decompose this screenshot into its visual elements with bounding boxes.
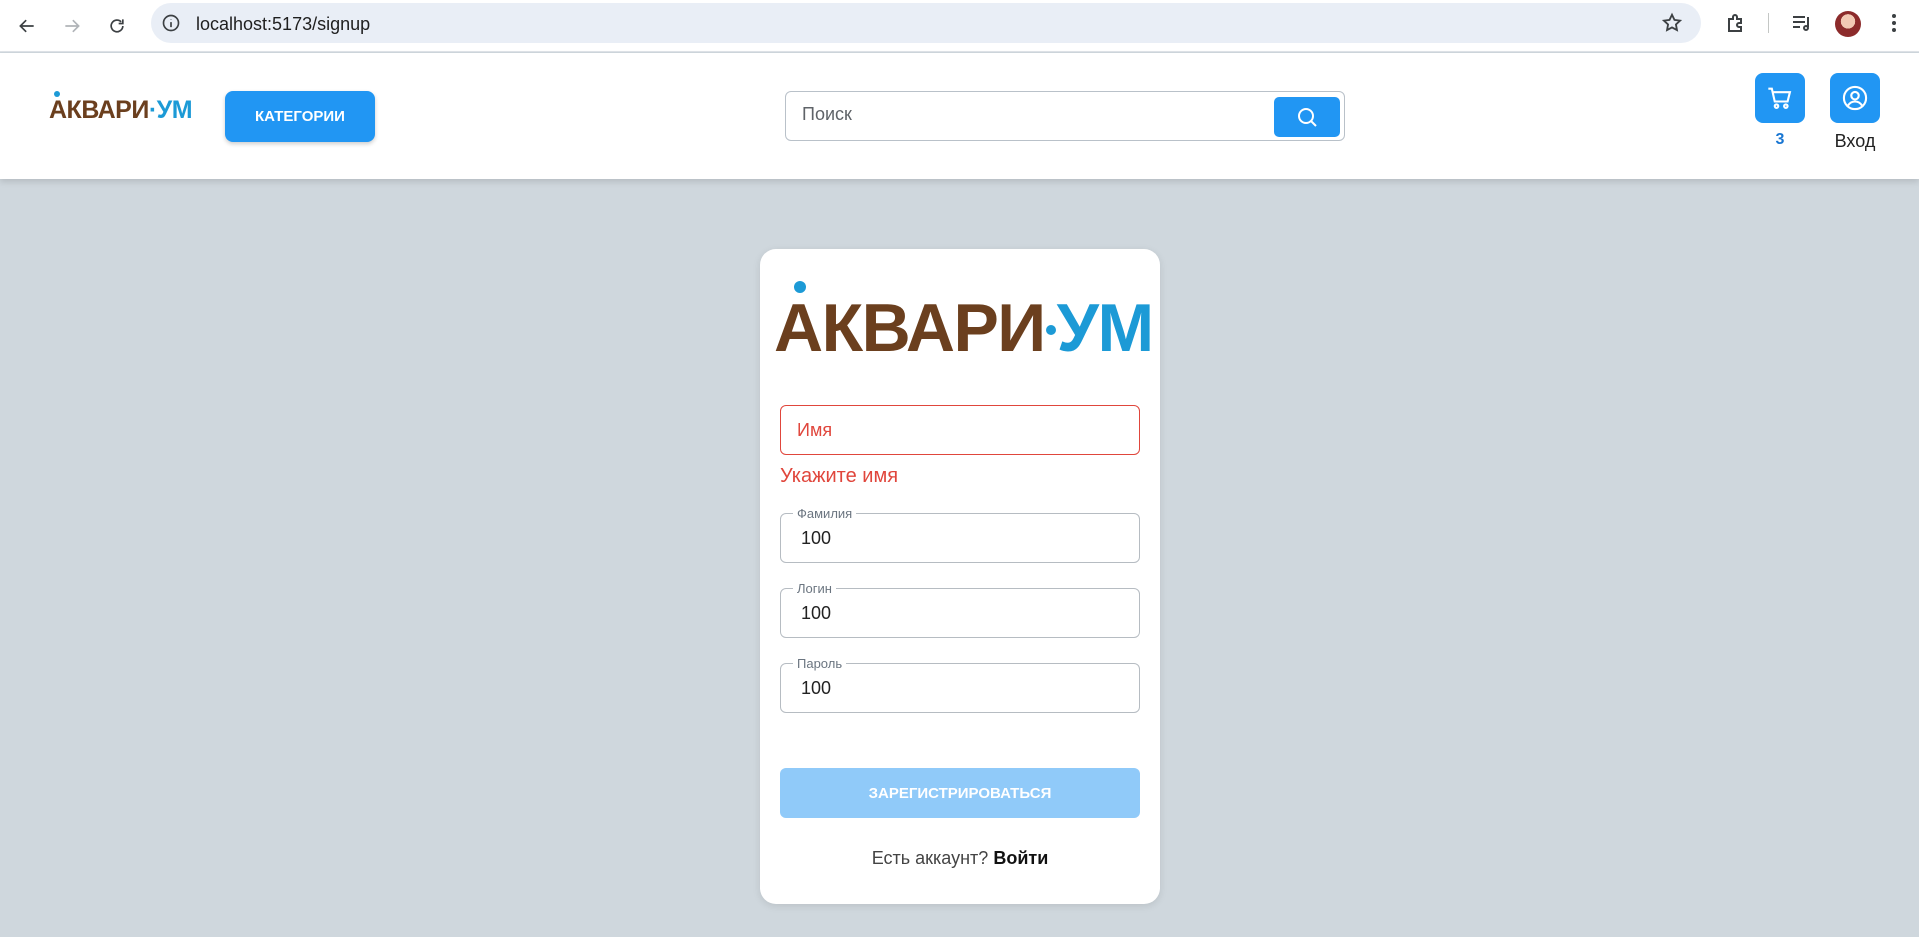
signup-card: АКВАРИ УМ Имя Укажите имя Фамилия 100 Лог… [760,249,1160,904]
extensions-icon[interactable] [1724,11,1748,35]
logo-dot [54,91,60,97]
logo-text-blue: УМ [156,96,193,124]
name-placeholder: Имя [797,420,833,440]
bookmark-star-icon[interactable] [1661,12,1683,34]
have-account-text: Есть аккаунт? [871,848,989,868]
surname-label: Фамилия [793,506,857,521]
login-button[interactable] [1830,73,1880,123]
reload-icon[interactable] [99,8,135,44]
login-field[interactable]: Логин 100 [780,581,1140,638]
user-circle-icon [1842,85,1868,111]
search-input[interactable]: Поиск [802,104,852,125]
cart-button[interactable] [1755,73,1805,123]
search-button[interactable] [1274,97,1340,137]
register-button[interactable]: ЗАРЕГИСТРИРОВАТЬСЯ [780,768,1140,818]
signup-logo: АКВАРИ УМ [774,281,1154,362]
logo-dot [794,281,806,293]
surname-value: 100 [801,528,832,548]
logo-separator [1045,325,1056,336]
login-field-label: Логин [793,581,836,596]
profile-avatar[interactable] [1835,11,1861,37]
signin-link[interactable]: Войти [993,848,1048,868]
site-info-icon[interactable] [161,13,181,33]
media-control-icon[interactable] [1790,11,1814,35]
back-icon[interactable] [9,8,45,44]
signin-prompt: Есть аккаунт? Войти [760,848,1160,869]
logo-separator: · [148,96,157,124]
browser-menu-icon[interactable] [1882,11,1906,35]
browser-toolbar: localhost:5173/signup [0,0,1919,52]
cart-icon [1768,87,1792,109]
password-value: 100 [801,678,832,698]
address-url[interactable]: localhost:5173/signup [196,14,370,35]
categories-button[interactable]: КАТЕГОРИИ [225,91,375,142]
site-logo[interactable]: АКВАРИ·УМ [49,91,193,125]
login-value: 100 [801,603,832,623]
password-label: Пароль [793,656,847,671]
password-field[interactable]: Пароль 100 [780,656,1140,713]
login-label[interactable]: Вход [1820,131,1890,152]
toolbar-divider [1768,13,1769,33]
address-bar[interactable]: localhost:5173/signup [151,3,1701,43]
surname-field[interactable]: Фамилия 100 [780,506,1140,563]
logo-text-brown: АКВАРИ [49,96,149,124]
cart-count-badge: 3 [1775,131,1785,148]
name-field[interactable]: Имя [780,405,1140,455]
search-icon [1298,108,1317,127]
logo-text-blue: УМ [1056,290,1154,366]
search-box: Поиск [785,91,1345,141]
name-error-message: Укажите имя [780,465,899,487]
site-header: АКВАРИ·УМ КАТЕГОРИИ Поиск 3 Вход [0,53,1919,179]
logo-text-brown: АКВАРИ [774,290,1046,366]
forward-icon[interactable] [54,8,90,44]
